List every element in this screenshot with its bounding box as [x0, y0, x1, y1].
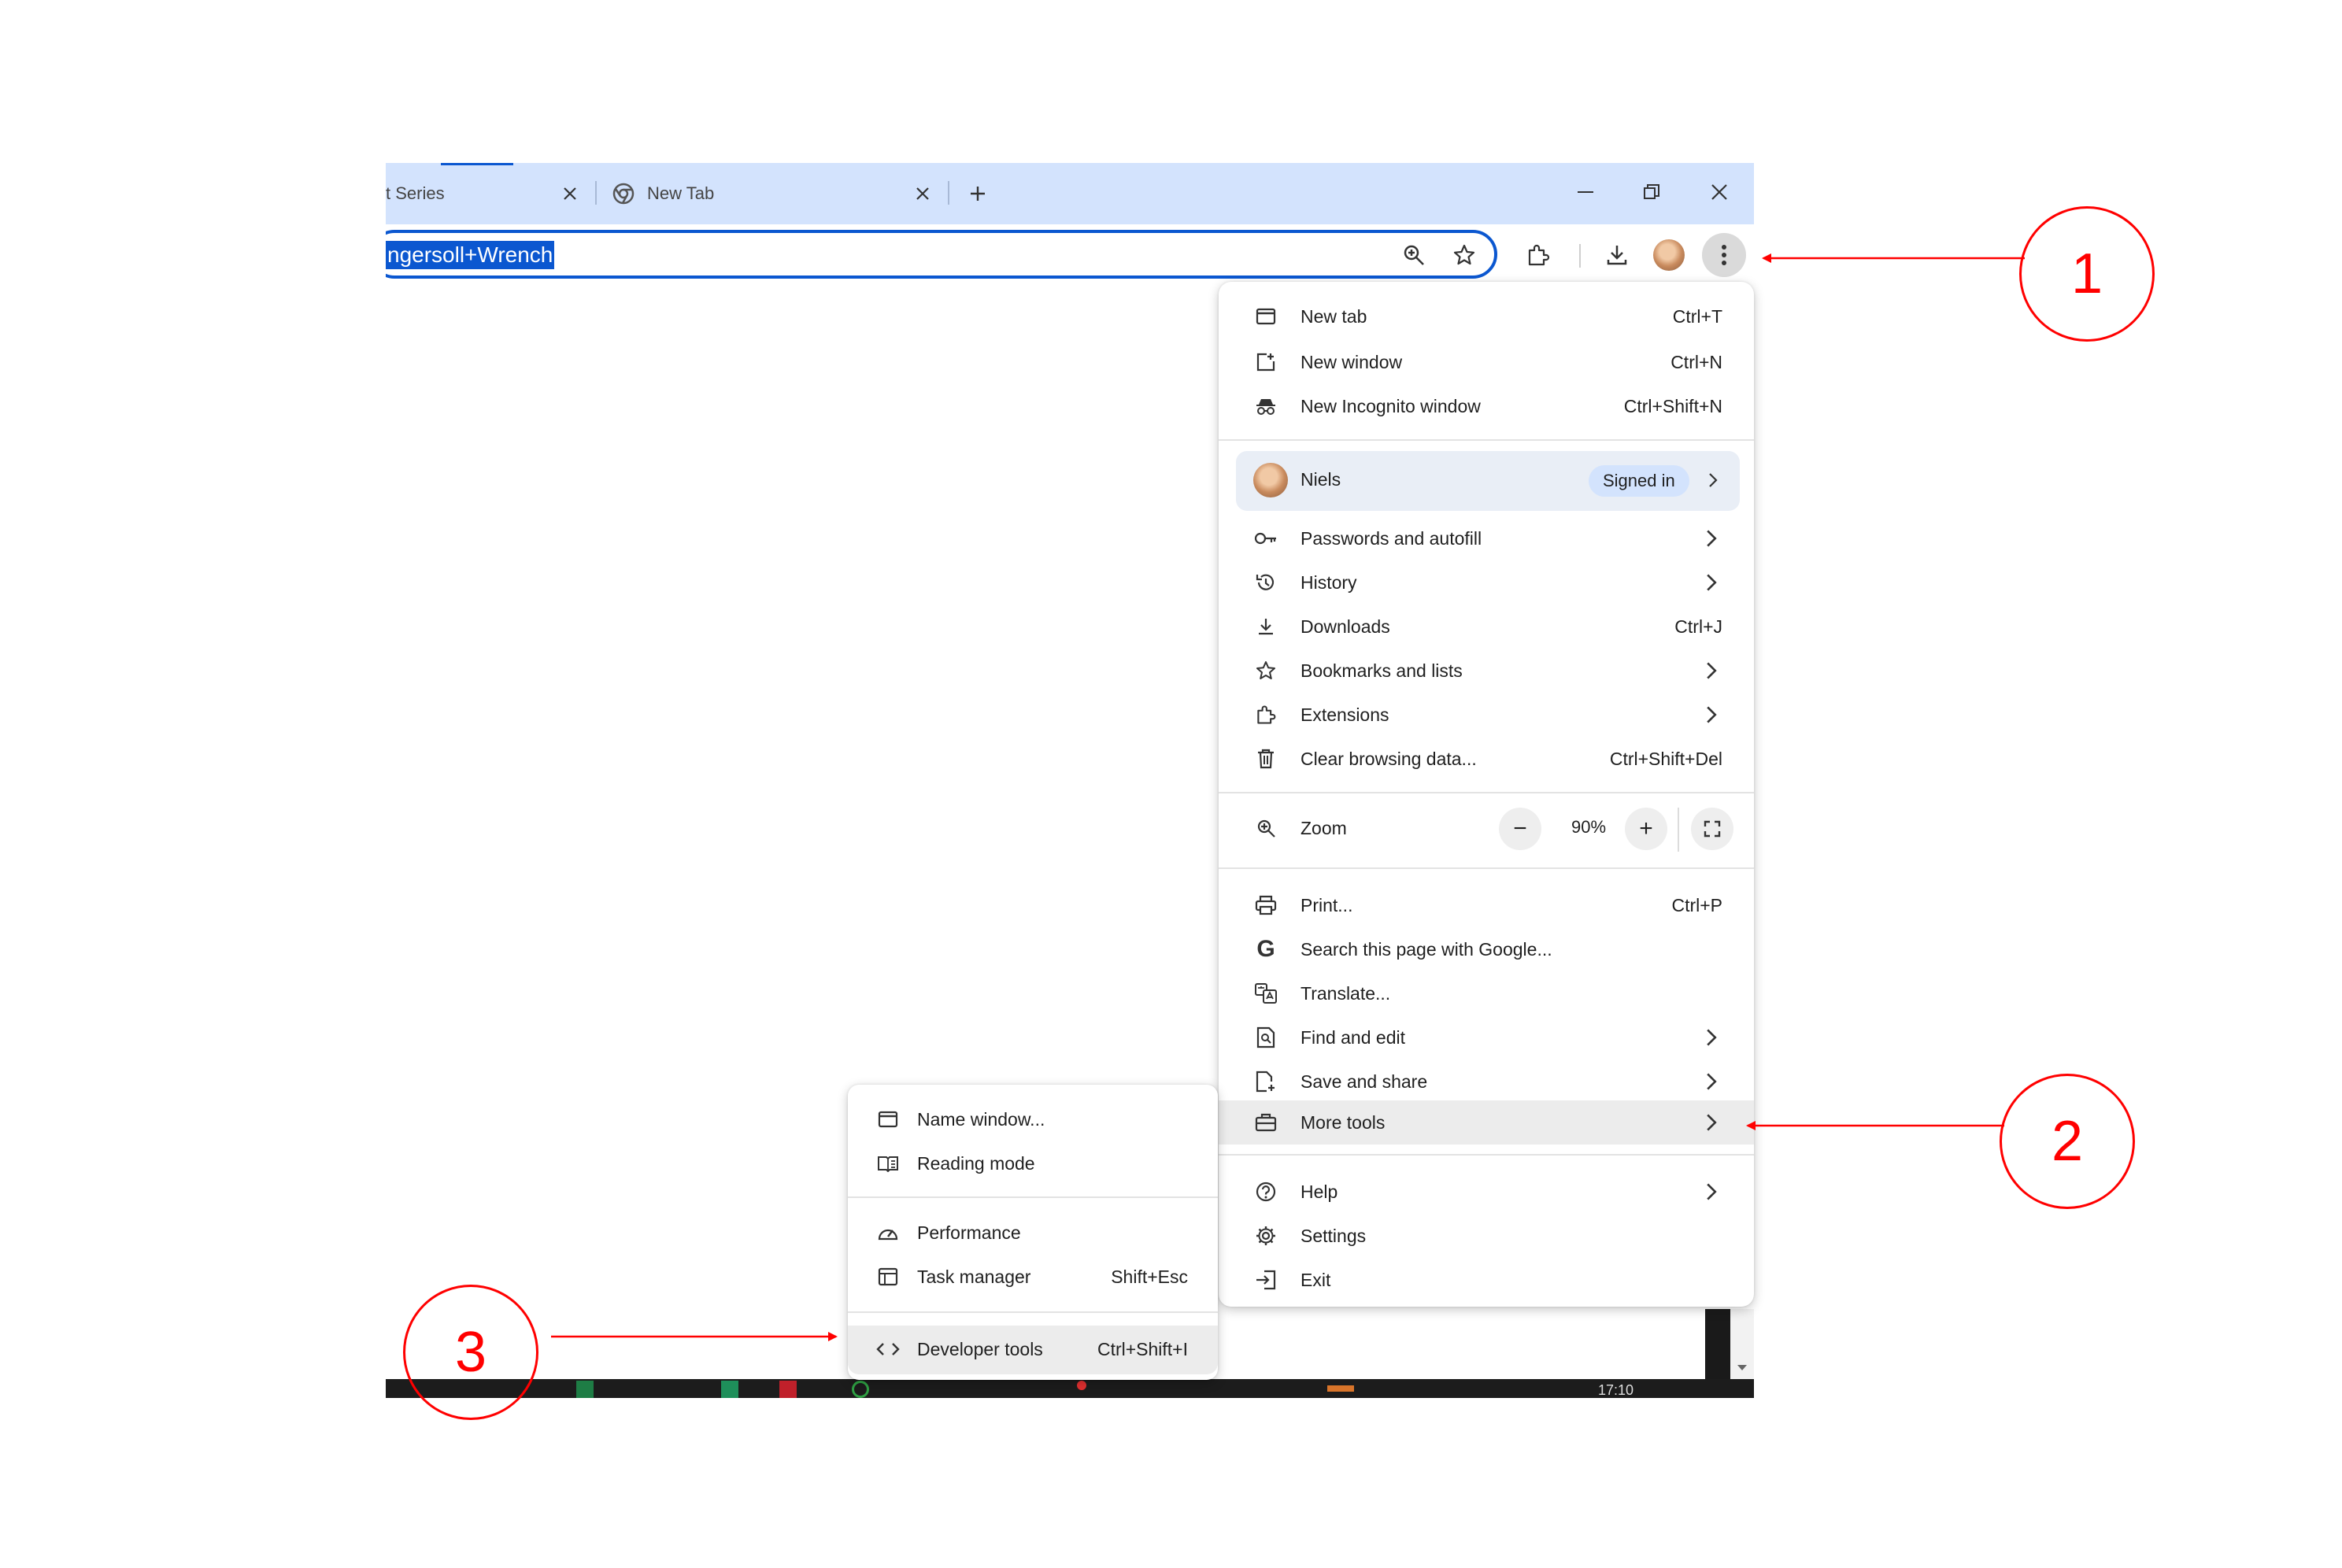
annotation-callout-3: 3 [403, 1285, 538, 1420]
annotation-callout-1: 1 [2019, 206, 2155, 342]
annotation-arrows [551, 253, 2025, 1341]
annotation-callout-2: 2 [2000, 1074, 2135, 1209]
